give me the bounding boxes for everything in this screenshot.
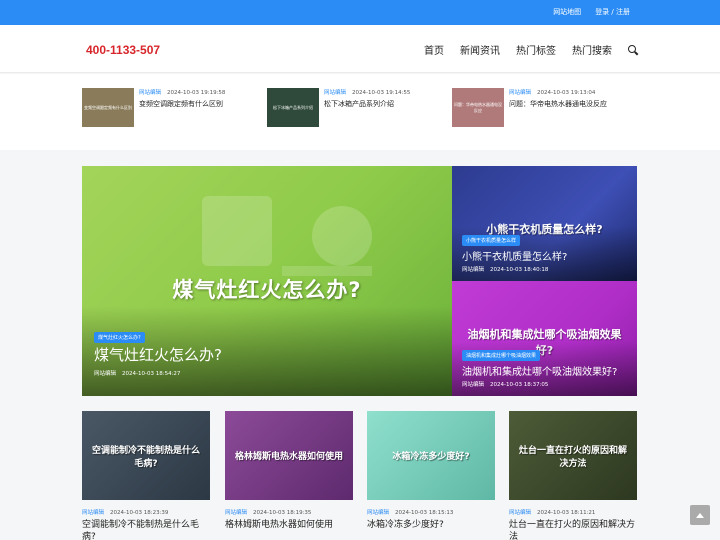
- sitemap-link[interactable]: 网站地图: [553, 7, 581, 17]
- featured-main-title[interactable]: 煤气灶红火怎么办?: [94, 344, 222, 365]
- site-header: 400-1133-507 首页 新闻资讯 热门标签 热门搜索: [0, 25, 720, 73]
- hot-article-meta: 网站编辑 2024-10-03 19:13:04: [509, 88, 595, 96]
- article-card-image[interactable]: 空调能制冷不能制热是什么毛病?: [82, 411, 210, 500]
- article-card[interactable]: 空调能制冷不能制热是什么毛病? 网站编辑 2024-10-03 18:23:39 …: [82, 411, 210, 540]
- featured-side-meta: 网站编辑 2024-10-03 18:40:18: [462, 265, 548, 273]
- author-link[interactable]: 网站编辑: [462, 382, 484, 388]
- hot-article-title[interactable]: 松下冰箱产品系列介绍: [324, 99, 394, 109]
- article-card-title[interactable]: 空调能制冷不能制热是什么毛病?: [82, 519, 210, 540]
- author-link[interactable]: 网站编辑: [225, 510, 247, 516]
- article-card-image[interactable]: 灶台一直在打火的原因和解决方法: [509, 411, 637, 500]
- hot-article-thumb[interactable]: 变频空调跟定频有什么区别: [82, 88, 134, 127]
- featured-side-title[interactable]: 小熊干衣机质量怎么样?: [462, 248, 567, 263]
- main-nav: 首页 新闻资讯 热门标签 热门搜索: [424, 42, 638, 57]
- article-card-grid: 空调能制冷不能制热是什么毛病? 网站编辑 2024-10-03 18:23:39 …: [82, 411, 637, 540]
- featured-side-card-2[interactable]: 油烟机和集成灶哪个吸油烟效果好? 油烟机和集成灶哪个吸油烟效果 油烟机和集成灶哪…: [452, 281, 637, 396]
- post-date: 2024-10-03 18:40:18: [490, 267, 549, 273]
- nav-home[interactable]: 首页: [424, 42, 444, 57]
- back-to-top-button[interactable]: [690, 505, 710, 525]
- post-date: 2024-10-03 19:13:04: [537, 90, 596, 96]
- post-date: 2024-10-03 18:15:13: [395, 510, 454, 516]
- post-date: 2024-10-03 18:54:27: [122, 371, 181, 377]
- nav-hot-search[interactable]: 热门搜索: [572, 42, 612, 57]
- hot-article-title[interactable]: 变频空调跟定频有什么区别: [139, 99, 223, 109]
- author-link[interactable]: 网站编辑: [509, 510, 531, 516]
- post-date: 2024-10-03 18:11:21: [537, 510, 596, 516]
- nav-news[interactable]: 新闻资讯: [460, 42, 500, 57]
- author-link[interactable]: 网站编辑: [139, 90, 161, 96]
- hot-article[interactable]: 松下冰箱产品系列介绍 网站编辑 2024-10-03 19:14:55 松下冰箱产…: [267, 88, 447, 128]
- hot-article-thumb[interactable]: 松下冰箱产品系列介绍: [267, 88, 319, 127]
- post-date: 2024-10-03 18:19:35: [253, 510, 312, 516]
- hot-article-meta: 网站编辑 2024-10-03 19:19:58: [139, 88, 225, 96]
- article-card[interactable]: 冰箱冷冻多少度好? 网站编辑 2024-10-03 18:15:13 冰箱冷冻多少…: [367, 411, 495, 531]
- author-link[interactable]: 网站编辑: [82, 510, 104, 516]
- article-card-image[interactable]: 冰箱冷冻多少度好?: [367, 411, 495, 500]
- featured-side-title[interactable]: 油烟机和集成灶哪个吸油烟效果好?: [462, 363, 617, 378]
- featured-side-meta: 网站编辑 2024-10-03 18:37:05: [462, 380, 548, 388]
- decorative-shape: [312, 206, 372, 266]
- post-date: 2024-10-03 18:37:05: [490, 382, 549, 388]
- author-link[interactable]: 网站编辑: [94, 371, 116, 377]
- featured-main-meta: 网站编辑 2024-10-03 18:54:27: [94, 369, 180, 377]
- hot-article-thumb[interactable]: 问题：华帝电热水器通电没反应: [452, 88, 504, 127]
- article-card-meta: 网站编辑 2024-10-03 18:11:21: [509, 508, 637, 516]
- post-date: 2024-10-03 18:23:39: [110, 510, 169, 516]
- author-link[interactable]: 网站编辑: [367, 510, 389, 516]
- nav-hot-tags[interactable]: 热门标签: [516, 42, 556, 57]
- article-card-image[interactable]: 格林姆斯电热水器如何使用: [225, 411, 353, 500]
- article-card-meta: 网站编辑 2024-10-03 18:23:39: [82, 508, 210, 516]
- top-bar: 网站地图 登录 / 注册: [0, 0, 720, 25]
- featured-main-card[interactable]: 煤气灶红火怎么办? 煤气灶红火怎么办? 煤气灶红火怎么办? 网站编辑 2024-1…: [82, 166, 452, 396]
- top-links: 网站地图 登录 / 注册: [553, 7, 630, 17]
- hot-article[interactable]: 变频空调跟定频有什么区别 网站编辑 2024-10-03 19:19:58 变频空…: [82, 88, 262, 128]
- featured-section: 煤气灶红火怎么办? 煤气灶红火怎么办? 煤气灶红火怎么办? 网站编辑 2024-1…: [82, 166, 637, 396]
- hot-article[interactable]: 问题：华帝电热水器通电没反应 网站编辑 2024-10-03 19:13:04 问…: [452, 88, 632, 128]
- article-card[interactable]: 灶台一直在打火的原因和解决方法 网站编辑 2024-10-03 18:11:21 …: [509, 411, 637, 540]
- post-date: 2024-10-03 19:14:55: [352, 90, 411, 96]
- hot-article-meta: 网站编辑 2024-10-03 19:14:55: [324, 88, 410, 96]
- article-card[interactable]: 格林姆斯电热水器如何使用 网站编辑 2024-10-03 18:19:35 格林姆…: [225, 411, 353, 531]
- article-card-meta: 网站编辑 2024-10-03 18:15:13: [367, 508, 495, 516]
- article-card-title[interactable]: 冰箱冷冻多少度好?: [367, 519, 495, 531]
- search-icon[interactable]: [628, 44, 638, 55]
- post-date: 2024-10-03 19:19:58: [167, 90, 226, 96]
- featured-main-image-text: 煤气灶红火怎么办?: [172, 278, 362, 302]
- category-tag[interactable]: 油烟机和集成灶哪个吸油烟效果: [462, 350, 541, 361]
- author-link[interactable]: 网站编辑: [324, 90, 346, 96]
- author-link[interactable]: 网站编辑: [462, 267, 484, 273]
- article-card-title[interactable]: 灶台一直在打火的原因和解决方法: [509, 519, 637, 540]
- article-card-meta: 网站编辑 2024-10-03 18:19:35: [225, 508, 353, 516]
- hot-article-title[interactable]: 问题：华帝电热水器通电没反应: [509, 99, 607, 109]
- category-tag[interactable]: 小熊干衣机质量怎么样: [462, 235, 521, 246]
- article-card-title[interactable]: 格林姆斯电热水器如何使用: [225, 519, 353, 531]
- hotline-phone: 400-1133-507: [86, 43, 161, 57]
- login-register-link[interactable]: 登录 / 注册: [595, 7, 630, 17]
- author-link[interactable]: 网站编辑: [509, 90, 531, 96]
- decorative-shape: [202, 196, 272, 266]
- featured-side-card-1[interactable]: 小熊干衣机质量怎么样? 小熊干衣机质量怎么样 小熊干衣机质量怎么样? 网站编辑2…: [452, 166, 637, 281]
- hot-articles-strip: 变频空调跟定频有什么区别 网站编辑 2024-10-03 19:19:58 变频空…: [0, 74, 720, 150]
- category-tag[interactable]: 煤气灶红火怎么办?: [94, 332, 145, 343]
